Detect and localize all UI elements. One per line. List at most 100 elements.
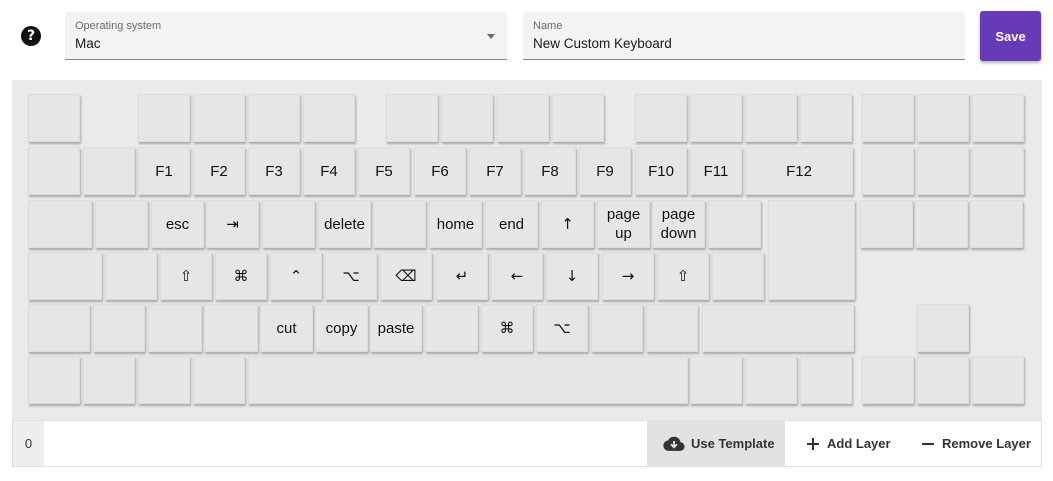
key-f5[interactable]: F5 (358, 147, 410, 195)
key-blank[interactable] (552, 94, 604, 142)
key-blank[interactable] (138, 356, 190, 404)
key-blank[interactable] (635, 94, 687, 142)
key-⌘[interactable]: ⌘ (215, 252, 267, 300)
key-↵[interactable]: ↵ (436, 252, 488, 300)
add-layer-button[interactable]: Add Layer (799, 421, 904, 466)
key-blank[interactable] (28, 304, 90, 352)
key-blank[interactable] (970, 200, 1023, 248)
add-layer-label: Add Layer (827, 436, 891, 451)
operating-system-select[interactable]: Operating system Mac (65, 12, 507, 60)
save-button[interactable]: Save (980, 11, 1041, 61)
key-page-up[interactable]: page up (597, 200, 650, 248)
key-blank[interactable] (148, 304, 202, 352)
key-blank[interactable] (28, 200, 92, 248)
key-blank[interactable] (860, 200, 913, 248)
key-blank[interactable] (690, 356, 742, 404)
key-blank[interactable] (248, 94, 300, 142)
remove-layer-button[interactable]: Remove Layer (916, 421, 1041, 466)
key-f6[interactable]: F6 (414, 147, 466, 195)
key-⌫[interactable]: ⌫ (380, 252, 432, 300)
key-blank[interactable] (800, 94, 852, 142)
key-blank[interactable] (800, 356, 852, 404)
key-←[interactable]: ← (491, 252, 543, 300)
key-↑[interactable]: ↑ (541, 200, 594, 248)
key-f9[interactable]: F9 (579, 147, 631, 195)
help-icon[interactable]: ? (21, 26, 41, 46)
key-blank[interactable] (193, 356, 245, 404)
key-blank[interactable] (917, 356, 969, 404)
key-⇧[interactable]: ⇧ (657, 252, 709, 300)
key-↓[interactable]: ↓ (546, 252, 598, 300)
key-f10[interactable]: F10 (635, 147, 687, 195)
key-cut[interactable]: cut (260, 304, 313, 352)
key-home[interactable]: home (429, 200, 482, 248)
key-⌥[interactable]: ⌥ (536, 304, 588, 352)
key-f3[interactable]: F3 (248, 147, 300, 195)
key-page-down[interactable]: page down (652, 200, 705, 248)
key-f8[interactable]: F8 (524, 147, 576, 195)
key-blank[interactable] (204, 304, 258, 352)
key-blank[interactable] (915, 200, 968, 248)
key-blank[interactable] (441, 94, 493, 142)
plus-icon (805, 436, 821, 452)
key-copy[interactable]: copy (315, 304, 368, 352)
key-blank[interactable] (497, 94, 549, 142)
key-→[interactable]: → (602, 252, 654, 300)
key-blank[interactable] (712, 252, 764, 300)
key-f1[interactable]: F1 (138, 147, 190, 195)
key-blank[interactable] (303, 94, 355, 142)
key-blank[interactable] (917, 147, 969, 195)
key-blank[interactable] (702, 304, 854, 352)
key-blank[interactable] (28, 94, 80, 142)
layer-tab[interactable]: 0 (13, 421, 44, 466)
key-blank[interactable] (193, 94, 245, 142)
key-blank[interactable] (95, 200, 148, 248)
key-blank[interactable] (708, 200, 761, 248)
key-blank[interactable] (972, 94, 1024, 142)
key-f12[interactable]: F12 (745, 147, 853, 195)
key-blank[interactable] (105, 252, 157, 300)
key-f2[interactable]: F2 (193, 147, 245, 195)
use-template-button[interactable]: Use Template (647, 421, 785, 466)
key-blank[interactable] (591, 304, 643, 352)
key-end[interactable]: end (485, 200, 538, 248)
key-⌥[interactable]: ⌥ (325, 252, 377, 300)
key-blank[interactable] (248, 356, 688, 404)
operating-system-value: Mac (75, 36, 101, 51)
key-⌘[interactable]: ⌘ (481, 304, 533, 352)
key-f11[interactable]: F11 (690, 147, 742, 195)
key-blank[interactable] (83, 147, 135, 195)
key-delete[interactable]: delete (318, 200, 371, 248)
key-blank[interactable] (972, 356, 1024, 404)
key-blank[interactable] (690, 94, 742, 142)
key-blank[interactable] (28, 356, 80, 404)
key-paste[interactable]: paste (370, 304, 422, 352)
key-blank[interactable] (646, 304, 698, 352)
key-blank[interactable] (768, 200, 855, 300)
key-blank[interactable] (386, 94, 438, 142)
key-blank[interactable] (972, 147, 1024, 195)
key-blank[interactable] (28, 147, 80, 195)
key-blank[interactable] (862, 94, 914, 142)
key-f4[interactable]: F4 (303, 147, 355, 195)
key-blank[interactable] (745, 94, 797, 142)
key-blank[interactable] (917, 304, 969, 352)
key-blank[interactable] (862, 147, 914, 195)
key-blank[interactable] (917, 94, 969, 142)
key-blank[interactable] (425, 304, 478, 352)
key-blank[interactable] (373, 200, 426, 248)
key-blank[interactable] (862, 356, 914, 404)
remove-layer-label: Remove Layer (942, 436, 1031, 451)
key-blank[interactable] (83, 356, 135, 404)
key-blank[interactable] (93, 304, 145, 352)
name-field[interactable]: Name New Custom Keyboard (523, 12, 965, 60)
key-blank[interactable] (138, 94, 190, 142)
key-blank[interactable] (745, 356, 797, 404)
key-f7[interactable]: F7 (469, 147, 521, 195)
key-blank[interactable] (262, 200, 315, 248)
key-blank[interactable] (28, 252, 102, 300)
key-⇧[interactable]: ⇧ (160, 252, 212, 300)
key-⌃[interactable]: ⌃ (270, 252, 322, 300)
key-esc[interactable]: esc (151, 200, 204, 248)
key-⇥[interactable]: ⇥ (206, 200, 259, 248)
